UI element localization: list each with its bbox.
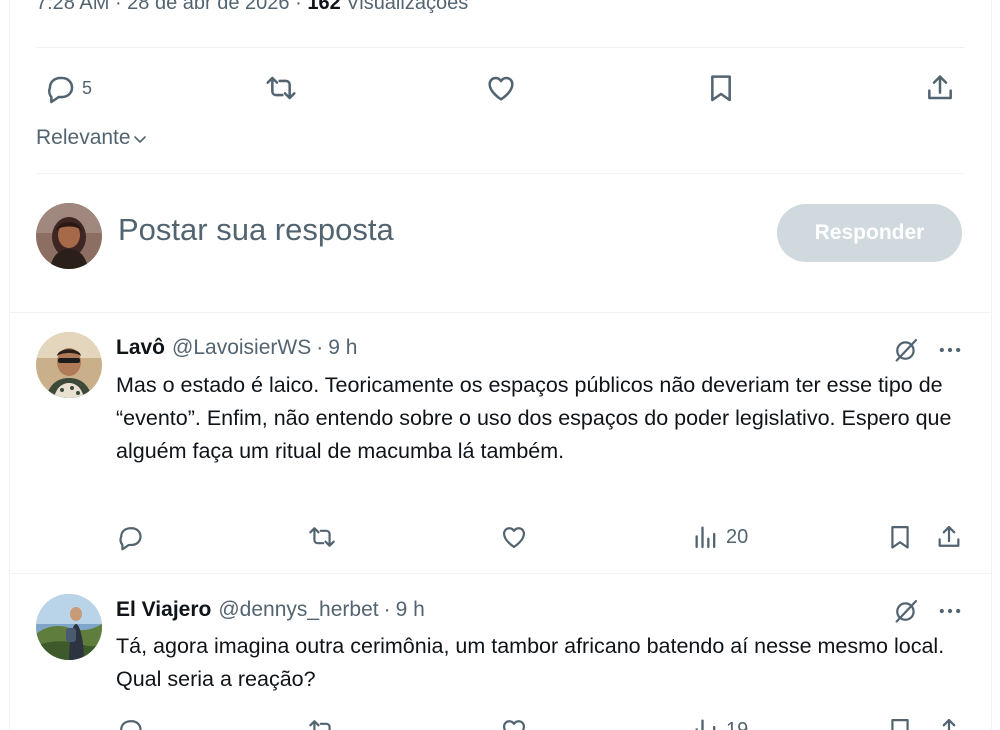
share-upload-icon — [938, 525, 960, 547]
speech-bubble-icon — [119, 720, 142, 730]
reply-submit-button[interactable]: Responder — [777, 204, 962, 262]
reply-input[interactable] — [118, 212, 738, 248]
post-date: 28 de abr de 2026 — [127, 0, 290, 14]
share-upload-icon — [928, 75, 952, 100]
user-avatar[interactable] — [36, 203, 102, 269]
post-views-count: 162 — [307, 0, 341, 14]
like-button[interactable] — [500, 523, 528, 551]
views-count: 20 — [726, 525, 749, 548]
heart-icon — [488, 76, 514, 101]
repost-arrows-icon — [266, 76, 296, 100]
reply-header: Lavô @LavoisierWS · 9 h — [116, 336, 358, 360]
divider — [9, 573, 992, 574]
chevron-down-icon — [133, 136, 146, 143]
reply-button[interactable] — [116, 716, 144, 730]
reply-timestamp[interactable]: 9 h — [328, 336, 357, 360]
post-time: 7:28 AM — [36, 0, 110, 14]
repost-button[interactable] — [306, 523, 338, 551]
share-button[interactable] — [935, 523, 963, 551]
reply-author-handle[interactable]: @LavoisierWS — [172, 336, 311, 360]
repost-arrows-icon — [309, 720, 331, 730]
like-button[interactable] — [500, 716, 528, 730]
bookmark-button[interactable] — [705, 72, 737, 104]
sort-dropdown[interactable]: Relevante — [36, 126, 148, 150]
repost-arrows-icon — [309, 527, 335, 547]
bookmark-button[interactable] — [886, 523, 914, 551]
reply-avatar[interactable] — [36, 594, 102, 660]
bookmark-icon — [891, 718, 909, 730]
reply-text: Tá, agora imagina outra cerimônia, um ta… — [116, 634, 945, 691]
divider — [9, 312, 992, 313]
views-button[interactable]: 20 — [692, 523, 748, 551]
bar-chart-icon — [695, 526, 716, 549]
divider — [36, 173, 965, 174]
share-button[interactable] — [935, 716, 963, 730]
reply-avatar[interactable] — [36, 332, 102, 398]
bookmark-icon — [711, 75, 731, 102]
more-options-button[interactable] — [936, 597, 964, 630]
more-options-button[interactable] — [936, 336, 964, 369]
heart-icon — [502, 527, 526, 549]
views-count: 19 — [726, 718, 749, 730]
reply-timestamp[interactable]: 9 h — [396, 598, 425, 622]
bookmark-icon — [891, 525, 909, 549]
column-border-left — [9, 0, 10, 730]
reply-text: Mas o estado é laico. Teoricamente os es… — [116, 373, 952, 463]
share-button[interactable] — [924, 72, 956, 104]
bar-chart-icon — [695, 719, 716, 730]
reply-button[interactable] — [116, 523, 144, 551]
views-button[interactable]: 19 — [692, 716, 748, 730]
reply-header: El Viajero @dennys_herbet · 9 h — [116, 598, 425, 622]
sort-label: Relevante — [36, 126, 131, 149]
speech-bubble-icon — [48, 76, 74, 104]
post-meta: 7:28 AM · 28 de abr de 2026 · 162 Visual… — [36, 0, 468, 15]
grok-button[interactable] — [892, 597, 920, 630]
reply-button[interactable]: 5 — [44, 72, 92, 104]
speech-bubble-icon — [119, 527, 142, 551]
post-views-label: Visualizações — [346, 0, 469, 14]
divider — [36, 47, 965, 48]
repost-button[interactable] — [263, 72, 299, 104]
share-upload-icon — [942, 718, 956, 730]
reply-author-handle[interactable]: @dennys_herbet — [218, 598, 378, 622]
reply-author-name[interactable]: El Viajero — [116, 598, 211, 622]
like-button[interactable] — [485, 72, 517, 104]
column-border-right — [991, 0, 992, 730]
bookmark-button[interactable] — [886, 716, 914, 730]
ellipsis-icon — [939, 347, 961, 353]
grok-button[interactable] — [892, 336, 920, 369]
heart-icon — [502, 720, 526, 730]
reply-author-name[interactable]: Lavô — [116, 336, 165, 360]
grok-slash-circle-icon — [895, 338, 918, 362]
ellipsis-icon — [939, 608, 961, 614]
repost-button[interactable] — [306, 716, 338, 730]
reply-count: 5 — [82, 77, 93, 98]
grok-slash-circle-icon — [895, 599, 918, 623]
